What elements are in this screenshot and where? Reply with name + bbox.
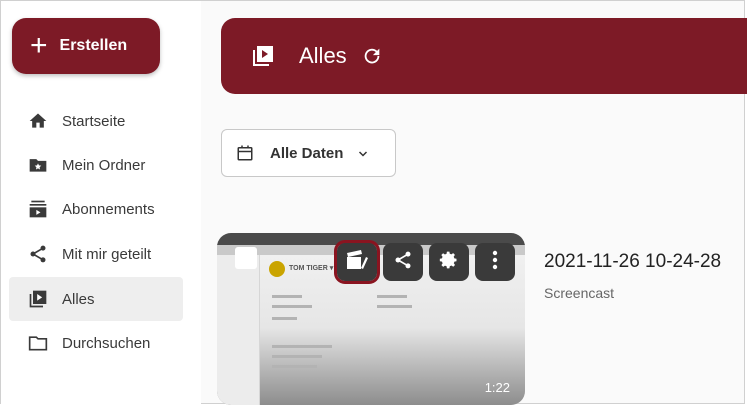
sidebar: + Erstellen Startseite Mein Ordner Abonn… (1, 1, 201, 405)
thumbnail-logo (269, 261, 285, 277)
gear-icon (439, 250, 459, 275)
video-thumbnail[interactable]: TOM TIGER ▾ 1:22 (217, 233, 525, 405)
folder-icon (27, 332, 49, 354)
refresh-icon[interactable] (361, 45, 383, 67)
sidebar-item-mit-mir-geteilt[interactable]: Mit mir geteilt (9, 232, 183, 276)
sidebar-item-durchsuchen[interactable]: Durchsuchen (9, 321, 183, 365)
more-vertical-icon (492, 250, 498, 275)
sidebar-item-label: Abonnements (62, 200, 155, 218)
page-header: Alles (221, 18, 747, 94)
sidebar-item-mein-ordner[interactable]: Mein Ordner (9, 143, 183, 187)
more-options-button[interactable] (475, 243, 515, 281)
create-button[interactable]: + Erstellen (12, 18, 160, 74)
share-icon (27, 243, 49, 265)
thumbnail-brand: TOM TIGER ▾ (289, 265, 334, 272)
sidebar-item-alles[interactable]: Alles (9, 277, 183, 321)
video-library-icon (251, 44, 275, 68)
video-title[interactable]: 2021-11-26 10-24-28 (544, 251, 721, 273)
sidebar-item-startseite[interactable]: Startseite (9, 99, 183, 143)
share-icon (393, 250, 413, 275)
clapperboard-edit-icon (345, 249, 369, 276)
share-button[interactable] (383, 243, 423, 281)
select-checkbox[interactable] (235, 247, 257, 269)
video-library-icon (27, 288, 49, 310)
plus-icon: + (30, 29, 48, 62)
chevron-down-icon (357, 147, 369, 159)
sidebar-item-label: Startseite (62, 112, 126, 130)
edit-video-button[interactable] (334, 240, 380, 284)
sidebar-item-label: Mein Ordner (62, 156, 146, 174)
home-icon (27, 110, 49, 132)
sidebar-item-label: Alles (62, 290, 95, 308)
sidebar-item-abonnements[interactable]: Abonnements (9, 187, 183, 231)
sidebar-item-label: Durchsuchen (62, 334, 151, 352)
create-button-label: Erstellen (59, 37, 128, 54)
settings-button[interactable] (429, 243, 469, 281)
page-title: Alles (299, 43, 347, 68)
subscriptions-icon (27, 198, 49, 220)
date-filter-dropdown[interactable]: Alle Daten (221, 129, 396, 177)
video-type: Screencast (544, 285, 615, 301)
folder-star-icon (27, 154, 49, 176)
sidebar-item-label: Mit mir geteilt (62, 245, 152, 263)
app-frame: + Erstellen Startseite Mein Ordner Abonn… (0, 0, 747, 405)
video-duration: 1:22 (484, 380, 510, 395)
calendar-icon (236, 144, 254, 162)
date-filter-label: Alle Daten (270, 144, 344, 162)
